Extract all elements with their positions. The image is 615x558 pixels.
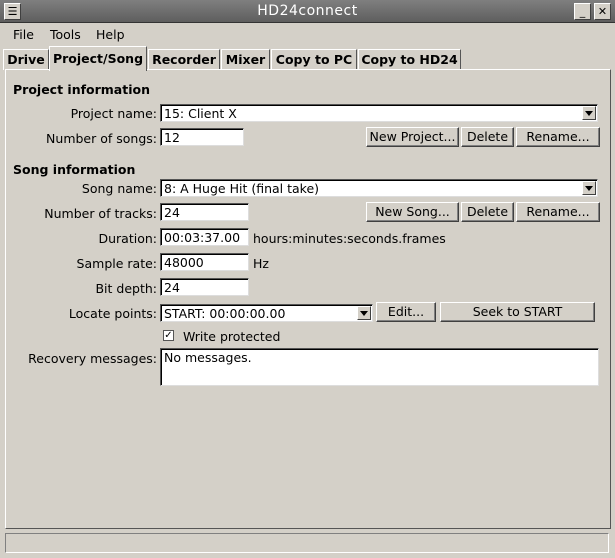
sample-rate-label: Sample rate: [76, 256, 157, 271]
number-of-tracks-field[interactable]: 24 [160, 203, 249, 221]
write-protected-checkbox[interactable]: ✓ [163, 330, 174, 341]
new-project-button[interactable]: New Project... [366, 127, 459, 147]
window-title: HD24connect [257, 3, 358, 19]
delete-project-button[interactable]: Delete [461, 127, 514, 147]
tab-drive[interactable]: Drive [3, 49, 49, 70]
rename-project-button[interactable]: Rename... [516, 127, 600, 147]
tab-copy-to-pc[interactable]: Copy to PC [271, 49, 357, 70]
edit-locate-button[interactable]: Edit... [376, 302, 436, 322]
project-name-dropdown[interactable]: 15: Client X [160, 104, 598, 122]
close-icon[interactable]: ✕ [594, 3, 611, 20]
number-of-songs-field[interactable]: 12 [160, 128, 244, 146]
song-name-dropdown[interactable]: 8: A Huge Hit (final take) [160, 179, 598, 197]
tab-mixer[interactable]: Mixer [221, 49, 270, 70]
duration-field[interactable]: 00:03:37.00 [160, 228, 249, 246]
song-name-value: 8: A Huge Hit (final take) [164, 181, 320, 196]
project-name-label: Project name: [70, 106, 157, 121]
menu-file[interactable]: File [13, 27, 34, 42]
menu-tools[interactable]: Tools [50, 27, 81, 42]
chevron-down-icon[interactable] [582, 181, 596, 195]
sample-rate-unit: Hz [253, 256, 269, 271]
recovery-messages-label: Recovery messages: [28, 351, 157, 366]
title-bar[interactable]: ☰ HD24connect _ ✕ [0, 0, 615, 23]
number-of-tracks-label: Number of tracks: [44, 206, 157, 221]
seek-to-start-button[interactable]: Seek to START [440, 302, 595, 322]
project-name-value: 15: Client X [164, 106, 237, 121]
chevron-down-icon[interactable] [357, 306, 371, 320]
bit-depth-label: Bit depth: [95, 281, 157, 296]
locate-points-value: START: 00:00:00.00 [164, 306, 286, 321]
rename-song-button[interactable]: Rename... [516, 202, 600, 222]
tab-copy-to-hd24[interactable]: Copy to HD24 [358, 49, 461, 70]
number-of-songs-label: Number of songs: [46, 131, 157, 146]
duration-unit: hours:minutes:seconds.frames [253, 231, 446, 246]
sample-rate-field[interactable]: 48000 [160, 253, 249, 271]
delete-song-button[interactable]: Delete [461, 202, 514, 222]
tab-project-song[interactable]: Project/Song [49, 46, 147, 71]
chevron-down-icon[interactable] [582, 106, 596, 120]
menu-bar: File Tools Help [0, 23, 615, 45]
song-info-header: Song information [13, 162, 136, 177]
recovery-messages-box[interactable]: No messages. [160, 348, 599, 386]
new-song-button[interactable]: New Song... [366, 202, 459, 222]
duration-label: Duration: [98, 231, 157, 246]
tab-recorder[interactable]: Recorder [148, 49, 220, 70]
locate-points-dropdown[interactable]: START: 00:00:00.00 [160, 304, 373, 322]
write-protected-label: Write protected [183, 329, 281, 344]
song-name-label: Song name: [81, 181, 157, 196]
locate-points-label: Locate points: [68, 306, 157, 321]
project-info-header: Project information [13, 82, 150, 97]
minimize-icon[interactable]: _ [574, 3, 591, 20]
status-bar [5, 533, 609, 553]
bit-depth-field[interactable]: 24 [160, 278, 249, 296]
menu-help[interactable]: Help [96, 27, 125, 42]
